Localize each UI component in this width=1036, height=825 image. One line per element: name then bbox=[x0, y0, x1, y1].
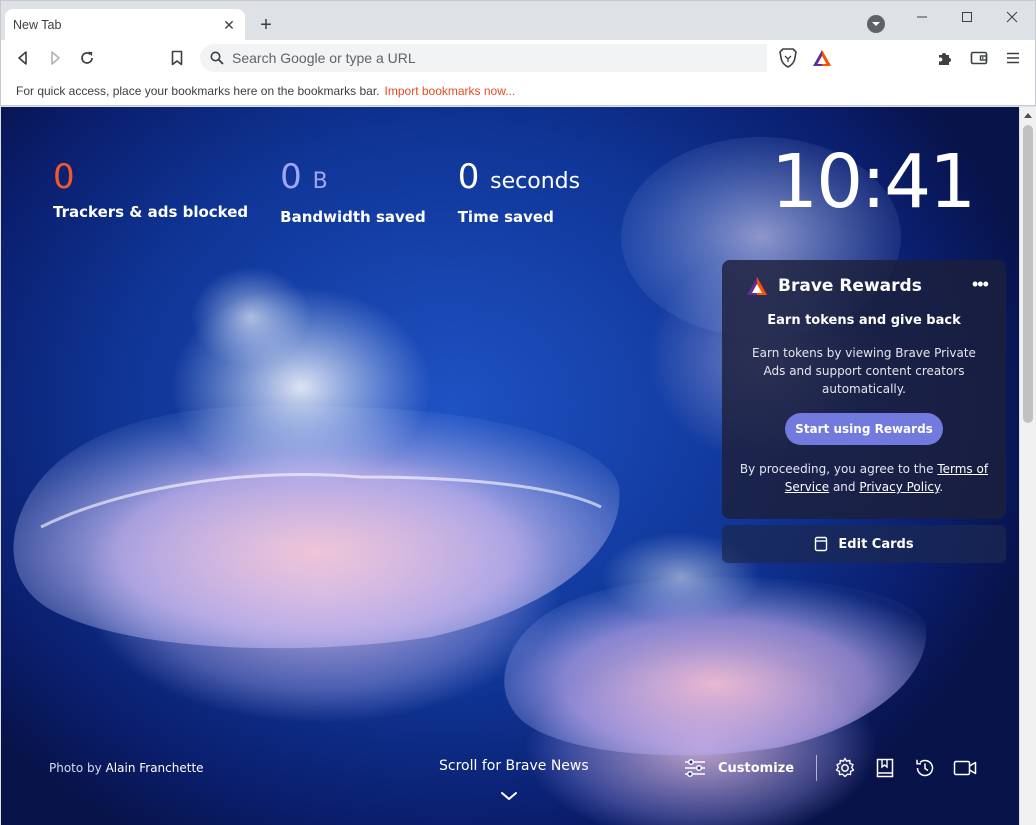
bandwidth-count: 0 bbox=[280, 157, 302, 197]
toolbar bbox=[0, 40, 1036, 76]
photographer-name[interactable]: Alain Franchette bbox=[106, 761, 204, 775]
minimize-button[interactable] bbox=[899, 1, 945, 33]
back-button[interactable] bbox=[9, 44, 37, 72]
bookmarks-book-icon bbox=[876, 758, 894, 778]
stat-bandwidth-label: Bandwidth saved bbox=[280, 208, 426, 226]
brave-rewards-button[interactable] bbox=[809, 45, 835, 71]
stats-panel: 0 Trackers & ads blocked 0 B Bandwidth s… bbox=[53, 155, 580, 226]
brave-talk-button[interactable] bbox=[953, 756, 977, 780]
minimize-icon bbox=[917, 16, 927, 18]
scrollbar-thumb[interactable] bbox=[1023, 125, 1033, 423]
chevron-down-icon bbox=[872, 22, 880, 26]
settings-button[interactable] bbox=[833, 756, 857, 780]
omnibox-actions bbox=[767, 44, 838, 72]
brave-lion-icon bbox=[779, 48, 797, 68]
stat-time: 0 seconds Time saved bbox=[458, 155, 580, 226]
scroll-up-arrow-icon[interactable] bbox=[1024, 113, 1032, 118]
forward-arrow-icon bbox=[51, 51, 60, 65]
time-unit: seconds bbox=[490, 169, 581, 194]
forward-button[interactable] bbox=[41, 44, 69, 72]
extensions-button[interactable] bbox=[931, 44, 959, 72]
rewards-title: Brave Rewards bbox=[778, 276, 922, 296]
new-tab-page: 0 Trackers & ads blocked 0 B Bandwidth s… bbox=[1, 107, 1019, 825]
rewards-subtitle: Earn tokens and give back bbox=[767, 313, 961, 328]
video-camera-icon bbox=[953, 760, 977, 776]
start-using-rewards-button[interactable]: Start using Rewards bbox=[785, 413, 943, 445]
tab-title: New Tab bbox=[13, 18, 62, 32]
legal-prefix: By proceeding, you agree to the bbox=[739, 462, 934, 476]
stat-time-label: Time saved bbox=[457, 208, 554, 226]
clock: 10:41 bbox=[771, 139, 976, 225]
reload-button[interactable] bbox=[73, 44, 101, 72]
search-icon bbox=[210, 51, 224, 65]
page-scrollbar[interactable] bbox=[1019, 107, 1036, 825]
sliders-icon bbox=[685, 758, 705, 778]
maximize-button[interactable] bbox=[944, 1, 990, 33]
stat-bandwidth: 0 B Bandwidth saved bbox=[280, 155, 426, 226]
customize-label: Customize bbox=[718, 760, 795, 776]
puzzle-icon bbox=[939, 53, 951, 65]
wallet-button[interactable] bbox=[965, 44, 993, 72]
history-clock-icon bbox=[916, 759, 934, 777]
main-menu-button[interactable] bbox=[999, 44, 1027, 72]
stat-bandwidth-value: 0 B bbox=[280, 155, 426, 204]
legal-suffix: . bbox=[939, 480, 944, 494]
bat-triangle-icon bbox=[747, 277, 767, 295]
photo-by-label: Photo by bbox=[49, 761, 102, 775]
stat-trackers-value: 0 bbox=[53, 155, 248, 199]
title-bar: New Tab ✕ + bbox=[0, 0, 1036, 41]
photo-credit: Photo by Alain Franchette bbox=[49, 761, 204, 775]
tab-new-tab[interactable]: New Tab ✕ bbox=[5, 9, 245, 41]
gear-icon bbox=[835, 757, 855, 778]
stat-trackers-label: Trackers & ads blocked bbox=[53, 203, 249, 221]
rewards-more-button[interactable]: ••• bbox=[972, 274, 989, 295]
bookmark-icon bbox=[171, 50, 183, 66]
bandwidth-unit: B bbox=[312, 169, 328, 194]
hamburger-menu-icon bbox=[1007, 52, 1019, 64]
bottom-bar-divider bbox=[816, 755, 818, 781]
reload-icon bbox=[81, 51, 93, 64]
bottom-toolbar: Customize bbox=[684, 755, 993, 781]
trackers-count: 0 bbox=[53, 157, 75, 197]
back-arrow-icon bbox=[18, 51, 27, 65]
stat-trackers: 0 Trackers & ads blocked bbox=[53, 155, 248, 226]
search-input[interactable] bbox=[232, 46, 825, 70]
close-window-button[interactable] bbox=[989, 1, 1035, 33]
tab-close-button[interactable]: ✕ bbox=[221, 17, 237, 33]
edit-cards-button[interactable]: Edit Cards bbox=[722, 525, 1006, 563]
edit-cards-label: Edit Cards bbox=[838, 536, 914, 552]
wallet-icon bbox=[970, 51, 988, 65]
privacy-policy-link[interactable]: Privacy Policy bbox=[859, 480, 939, 494]
rewards-legal-text: By proceeding, you agree to the Terms of… bbox=[738, 460, 990, 496]
import-bookmarks-link[interactable]: Import bookmarks now... bbox=[385, 84, 516, 98]
time-count: 0 bbox=[457, 157, 480, 197]
bookmarks-bar-message: For quick access, place your bookmarks h… bbox=[16, 83, 380, 98]
brave-shields-button[interactable] bbox=[775, 45, 801, 71]
scroll-for-brave-news[interactable]: Scroll for Brave News bbox=[439, 758, 589, 774]
bookmarks-bar: For quick access, place your bookmarks h… bbox=[0, 76, 1036, 106]
close-icon bbox=[1006, 11, 1018, 23]
new-tab-button[interactable]: + bbox=[253, 13, 279, 37]
address-bar[interactable] bbox=[200, 44, 838, 72]
customize-button[interactable]: Customize bbox=[684, 758, 794, 778]
tab-search-button[interactable] bbox=[867, 15, 885, 33]
maximize-icon bbox=[962, 12, 972, 22]
rewards-header: Brave Rewards bbox=[746, 276, 922, 296]
bookmarks-page-button[interactable] bbox=[873, 756, 897, 780]
rewards-description: Earn tokens by viewing Brave Private Ads… bbox=[752, 346, 976, 396]
stat-time-value: 0 seconds bbox=[458, 155, 580, 204]
brave-rewards-card: Brave Rewards ••• Earn tokens and give b… bbox=[722, 260, 1006, 519]
bookmark-button[interactable] bbox=[163, 44, 191, 72]
history-button[interactable] bbox=[913, 756, 937, 780]
bat-triangle-icon bbox=[813, 50, 831, 66]
chevron-down-icon[interactable] bbox=[499, 789, 519, 803]
card-stack-icon bbox=[815, 536, 828, 552]
legal-and: and bbox=[832, 480, 856, 494]
